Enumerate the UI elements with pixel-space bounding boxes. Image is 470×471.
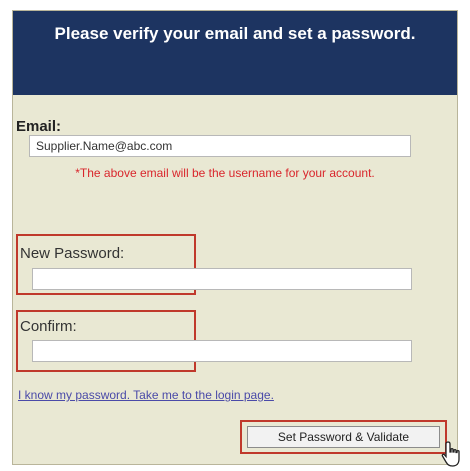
- hand-pointer-icon: [441, 441, 460, 467]
- confirm-password-label: Confirm:: [20, 318, 77, 335]
- login-page-link[interactable]: I know my password. Take me to the login…: [18, 388, 274, 402]
- email-field[interactable]: [29, 135, 411, 157]
- confirm-password-field[interactable]: [32, 340, 412, 362]
- new-password-field[interactable]: [32, 268, 412, 290]
- new-password-label: New Password:: [20, 245, 125, 262]
- submit-button-highlight: Set Password & Validate: [240, 420, 447, 454]
- panel-header: Please verify your email and set a passw…: [13, 11, 457, 95]
- header-title: Please verify your email and set a passw…: [54, 24, 416, 43]
- set-password-validate-button[interactable]: Set Password & Validate: [247, 426, 440, 448]
- username-notice: *The above email will be the username fo…: [75, 166, 375, 180]
- email-label: Email:: [16, 118, 62, 135]
